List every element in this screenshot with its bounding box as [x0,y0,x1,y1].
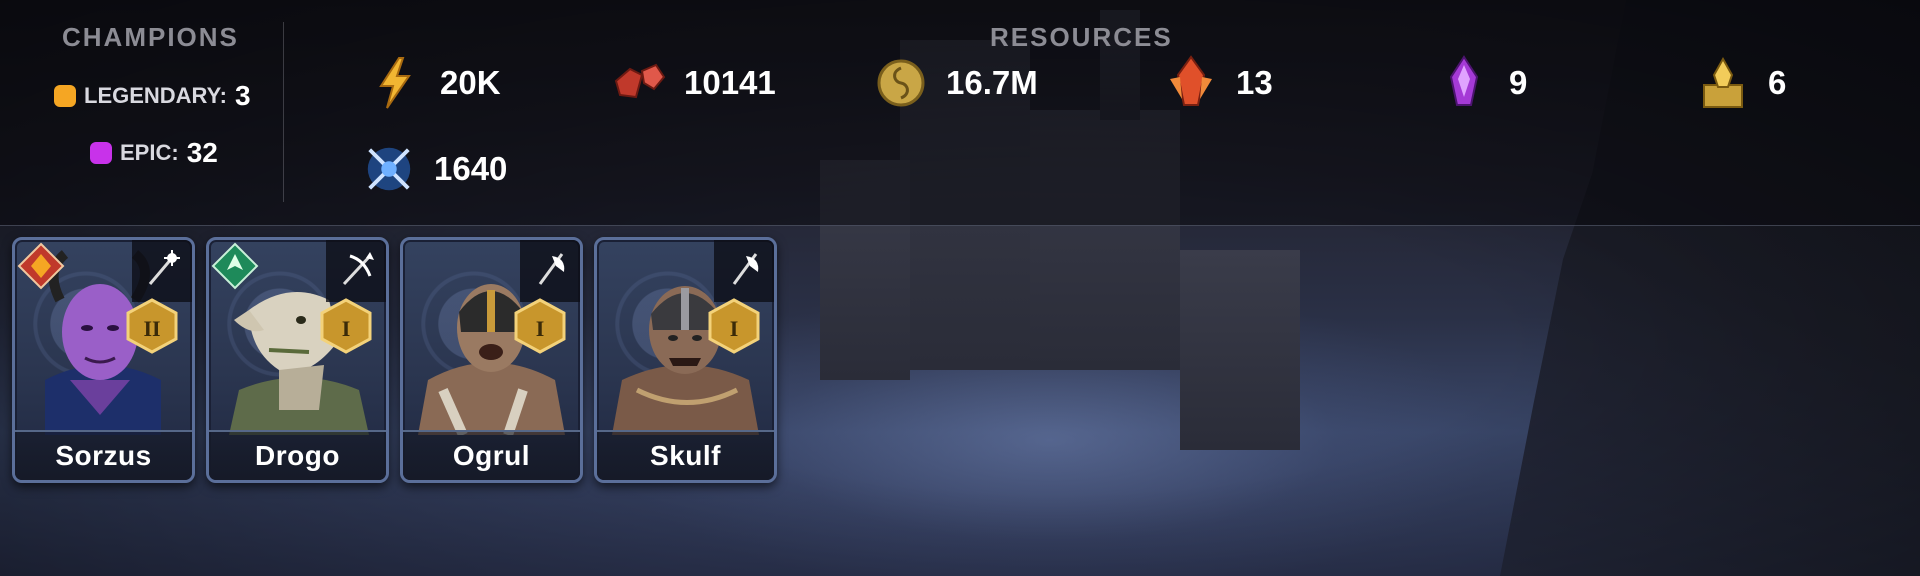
arena-tokens-value: 1640 [434,150,508,187]
rubies-icon [612,56,666,110]
champion-card-ogrul[interactable]: I Ogrul [400,237,583,483]
rank-badge: II [126,298,178,359]
top-panel: CHAMPIONS LEGENDARY: 3 EPIC: 32 RESOURCE… [0,0,1920,226]
axe-icon [538,253,565,285]
void-shard-icon [1437,55,1491,110]
card-class-panel [132,240,192,302]
resources-title: RESOURCES [990,22,1173,52]
rank-badge: I [320,298,372,359]
resource-rubies: 10141 [612,56,776,110]
legendary-count: LEGENDARY: 3 [54,80,251,112]
card-class-panel [714,240,774,302]
champion-card-sorzus[interactable]: II Sorzus [12,237,195,483]
force-affinity-icon [17,242,65,295]
epic-label: EPIC: [120,140,179,165]
resource-energy: 20K [368,56,501,110]
resource-silver: 16.7M [874,56,1038,110]
energy-icon [368,56,422,110]
sacred-shard-icon [1696,56,1750,110]
champion-cards: II Sorzus I Drogo I Ogrul I Skulf [12,237,777,483]
epic-count: EPIC: 32 [90,137,218,169]
crossbow-icon [342,252,374,286]
champion-name: Sorzus [55,440,152,471]
champions-title: CHAMPIONS [62,22,239,52]
ancient-shard-icon [1164,55,1218,110]
card-class-panel [520,240,580,302]
sacred-shard-value: 6 [1768,64,1787,101]
rank-text: II [143,316,160,341]
legendary-label: LEGENDARY: [84,83,227,108]
rank-badge: I [514,298,566,359]
resource-arena-tokens: 1640 [362,142,507,196]
panel-divider [283,22,284,202]
name-plate: Sorzus [15,430,192,480]
energy-value: 20K [440,64,501,101]
card-class-panel [326,240,386,302]
rank-text: I [342,316,351,341]
rubies-value: 10141 [684,64,776,101]
void-shard-value: 9 [1509,64,1528,101]
silver-value: 16.7M [946,64,1038,101]
staff-icon [148,250,180,285]
silver-coin-icon [874,56,928,110]
resource-void-shard: 9 [1437,55,1528,110]
legendary-value: 3 [235,80,251,111]
axe-icon [732,253,759,285]
rank-text: I [730,316,739,341]
rank-badge: I [708,298,760,359]
champion-card-drogo[interactable]: I Drogo [206,237,389,483]
rank-text: I [536,316,545,341]
champion-name: Ogrul [452,440,531,471]
name-plate: Ogrul [403,430,580,480]
ancient-shard-value: 13 [1236,64,1273,101]
name-plate: Drogo [209,430,386,480]
legendary-dot-icon [54,85,76,107]
champion-name: Skulf [650,440,721,471]
name-plate: Skulf [597,430,774,480]
epic-value: 32 [186,137,218,168]
spirit-affinity-icon [211,242,259,295]
epic-dot-icon [90,142,112,164]
resource-sacred-shard: 6 [1696,56,1786,110]
resource-ancient-shard: 13 [1164,55,1273,110]
champion-card-skulf[interactable]: I Skulf [594,237,777,483]
arena-tokens-icon [362,142,416,196]
champion-name: Drogo [255,440,340,471]
